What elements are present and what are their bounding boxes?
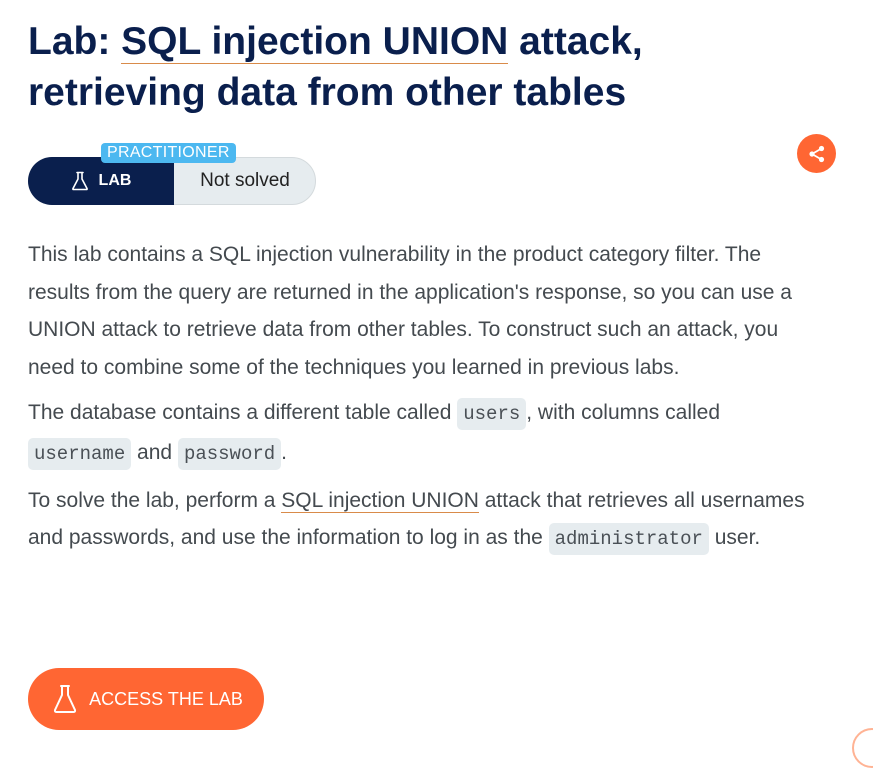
solved-status: Not solved (200, 170, 290, 191)
share-button[interactable] (797, 134, 836, 173)
lab-description: This lab contains a SQL injection vulner… (28, 236, 818, 567)
text-fragment: and (131, 440, 178, 464)
description-paragraph-1: This lab contains a SQL injection vulner… (28, 243, 792, 379)
access-lab-button[interactable]: ACCESS THE LAB (28, 668, 264, 730)
lab-type-pill: LAB (28, 157, 174, 205)
description-paragraph-2: The database contains a different table … (28, 394, 818, 473)
decorative-arc (852, 728, 873, 768)
text-fragment: user. (708, 526, 761, 550)
title-topic-link[interactable]: SQL injection UNION (121, 20, 509, 64)
text-fragment: , with columns called (526, 401, 721, 425)
description-paragraph-3: To solve the lab, perform a SQL injectio… (28, 482, 818, 559)
page-title: Lab: SQL injection UNION attack, retriev… (28, 16, 748, 118)
lab-status-widget: LAB Not solved (28, 157, 316, 205)
text-fragment: . (281, 440, 287, 464)
code-username: username (28, 437, 132, 470)
sqli-union-link[interactable]: SQL injection UNION (281, 488, 479, 513)
code-administrator: administrator (548, 523, 709, 556)
text-fragment: The database contains a different table … (28, 401, 458, 425)
title-prefix: Lab: (28, 20, 122, 63)
code-users: users (457, 398, 527, 431)
access-lab-label: ACCESS THE LAB (89, 688, 243, 709)
flask-icon (71, 171, 88, 191)
share-icon (808, 145, 824, 162)
code-password: password (177, 437, 282, 470)
level-badge: PRACTITIONER (101, 143, 236, 163)
text-fragment: To solve the lab, perform a (28, 488, 282, 512)
lab-label: LAB (98, 172, 132, 189)
flask-icon (54, 685, 77, 713)
